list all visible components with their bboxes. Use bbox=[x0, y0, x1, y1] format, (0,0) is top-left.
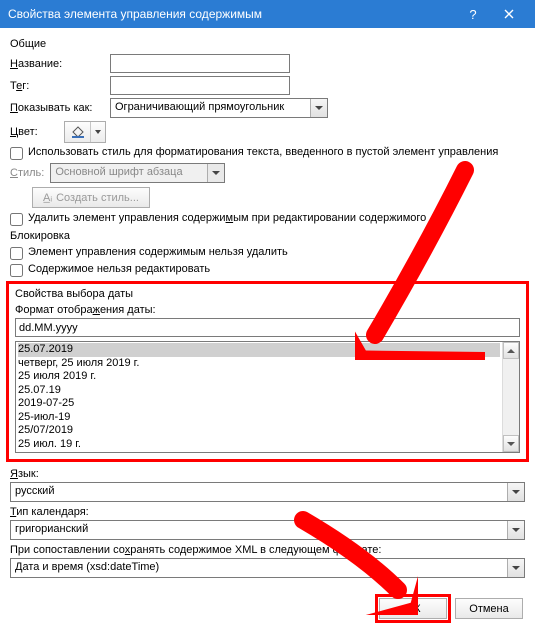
window-title: Свойства элемента управления содержимым bbox=[8, 7, 455, 21]
chevron-down-icon bbox=[310, 99, 327, 117]
titlebar: Свойства элемента управления содержимым … bbox=[0, 0, 535, 28]
xml-format-value: Дата и время (xsd:dateTime) bbox=[11, 559, 507, 577]
tag-input[interactable] bbox=[110, 76, 290, 95]
calendar-value: григорианский bbox=[11, 521, 507, 539]
paint-bucket-icon bbox=[65, 122, 91, 142]
chevron-down-icon bbox=[507, 483, 524, 501]
cancel-button[interactable]: Отмена bbox=[455, 598, 523, 619]
date-format-listbox[interactable]: 25.07.2019 четверг, 25 июля 2019 г. 25 и… bbox=[15, 341, 520, 453]
scroll-up-icon[interactable] bbox=[503, 342, 519, 359]
language-combo[interactable]: русский bbox=[10, 482, 525, 502]
style-label: Стиль: bbox=[10, 167, 44, 179]
format-label: Формат отображения даты: bbox=[15, 304, 520, 316]
delete-on-edit-checkbox[interactable] bbox=[10, 213, 23, 226]
group-locking-label: Блокировка bbox=[10, 230, 525, 242]
name-input[interactable] bbox=[110, 54, 290, 73]
chevron-down-icon bbox=[207, 164, 224, 182]
chevron-down-icon bbox=[507, 521, 524, 539]
chevron-down-icon bbox=[507, 559, 524, 577]
style-combo: Основной шрифт абзаца bbox=[50, 163, 225, 183]
list-item[interactable]: 25.07.19 bbox=[18, 384, 500, 398]
list-item[interactable]: 2019-07-25 bbox=[18, 397, 500, 411]
dialog-footer: ОК Отмена bbox=[379, 598, 523, 619]
show-as-combo[interactable]: Ограничивающий прямоугольник bbox=[110, 98, 328, 118]
name-label: Название: bbox=[10, 58, 110, 70]
group-general-label: Общие bbox=[10, 38, 525, 50]
xml-format-combo[interactable]: Дата и время (xsd:dateTime) bbox=[10, 558, 525, 578]
listbox-items: 25.07.2019 четверг, 25 июля 2019 г. 25 и… bbox=[16, 342, 502, 452]
show-as-label: Показывать как: bbox=[10, 102, 110, 114]
close-icon bbox=[504, 9, 514, 19]
language-value: русский bbox=[11, 483, 507, 501]
create-style-button: A̲ᵢ Создать стиль... bbox=[32, 187, 150, 208]
style-value: Основной шрифт абзаца bbox=[51, 164, 207, 182]
xml-format-label: При сопоставлении сохранять содержимое X… bbox=[10, 544, 525, 556]
calendar-combo[interactable]: григорианский bbox=[10, 520, 525, 540]
no-edit-checkbox[interactable] bbox=[10, 264, 23, 277]
color-label: Цвет: bbox=[10, 126, 64, 138]
list-item[interactable]: 25.07.2019 bbox=[18, 343, 500, 357]
date-props-header: Свойства выбора даты bbox=[15, 288, 520, 300]
show-as-value: Ограничивающий прямоугольник bbox=[111, 99, 310, 117]
chevron-down-icon bbox=[91, 122, 105, 142]
no-delete-checkbox[interactable] bbox=[10, 247, 23, 260]
list-item[interactable]: 25 июля 2019 г. bbox=[18, 370, 500, 384]
list-item[interactable]: 25 июл. 19 г. bbox=[18, 438, 500, 452]
no-edit-label: Содержимое нельзя редактировать bbox=[28, 263, 525, 275]
close-button[interactable] bbox=[491, 0, 527, 28]
help-button[interactable]: ? bbox=[455, 0, 491, 28]
delete-on-edit-label: Удалить элемент управления содержимым пр… bbox=[28, 212, 525, 224]
date-format-input[interactable] bbox=[15, 318, 520, 337]
scroll-down-icon[interactable] bbox=[503, 435, 519, 452]
use-style-checkbox[interactable] bbox=[10, 147, 23, 160]
lang-label: Язык: bbox=[10, 468, 525, 480]
list-item[interactable]: 25/07/2019 bbox=[18, 424, 500, 438]
list-item[interactable]: 25-июл-19 bbox=[18, 411, 500, 425]
list-item[interactable]: четверг, 25 июля 2019 г. bbox=[18, 357, 500, 371]
style-icon: A̲ᵢ bbox=[43, 192, 52, 204]
no-delete-label: Элемент управления содержимым нельзя уда… bbox=[28, 246, 525, 258]
ok-button[interactable]: ОК bbox=[379, 598, 447, 619]
color-picker[interactable] bbox=[64, 121, 106, 143]
calendar-label: Тип календаря: bbox=[10, 506, 525, 518]
use-style-label: Использовать стиль для форматирования те… bbox=[28, 146, 525, 158]
date-properties-section: Свойства выбора даты Формат отображения … bbox=[6, 281, 529, 462]
scrollbar[interactable] bbox=[502, 342, 519, 452]
tag-label: Тег: bbox=[10, 80, 110, 92]
